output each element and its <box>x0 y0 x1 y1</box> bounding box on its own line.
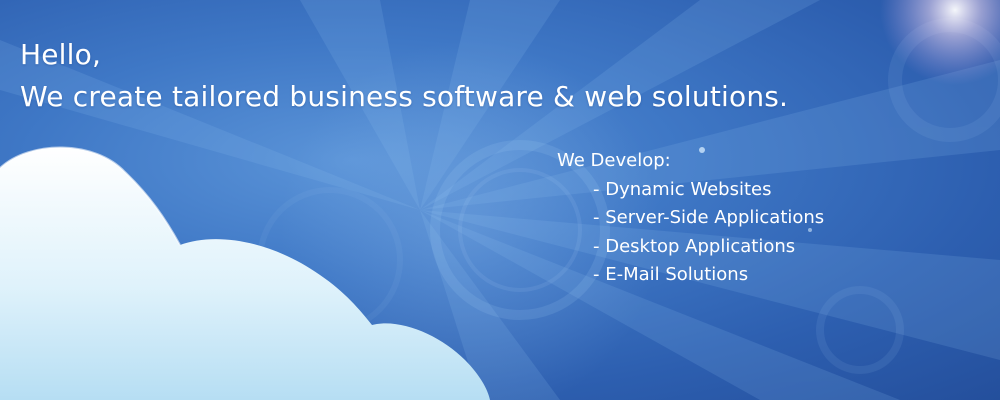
service-item: E-Mail Solutions <box>593 261 824 290</box>
service-item: Server-Side Applications <box>593 204 824 233</box>
greeting-text: Hello, <box>20 38 102 71</box>
service-item: Desktop Applications <box>593 233 824 262</box>
services-block: We Develop: Dynamic Websites Server-Side… <box>557 147 824 290</box>
hero-banner: Hello, We create tailored business softw… <box>0 0 1000 400</box>
services-title: We Develop: <box>557 150 671 171</box>
service-item: Dynamic Websites <box>593 176 824 205</box>
services-list: Dynamic Websites Server-Side Application… <box>557 176 824 290</box>
tagline-text: We create tailored business software & w… <box>20 80 789 113</box>
hero-headline: Hello, We create tailored business softw… <box>20 34 788 118</box>
